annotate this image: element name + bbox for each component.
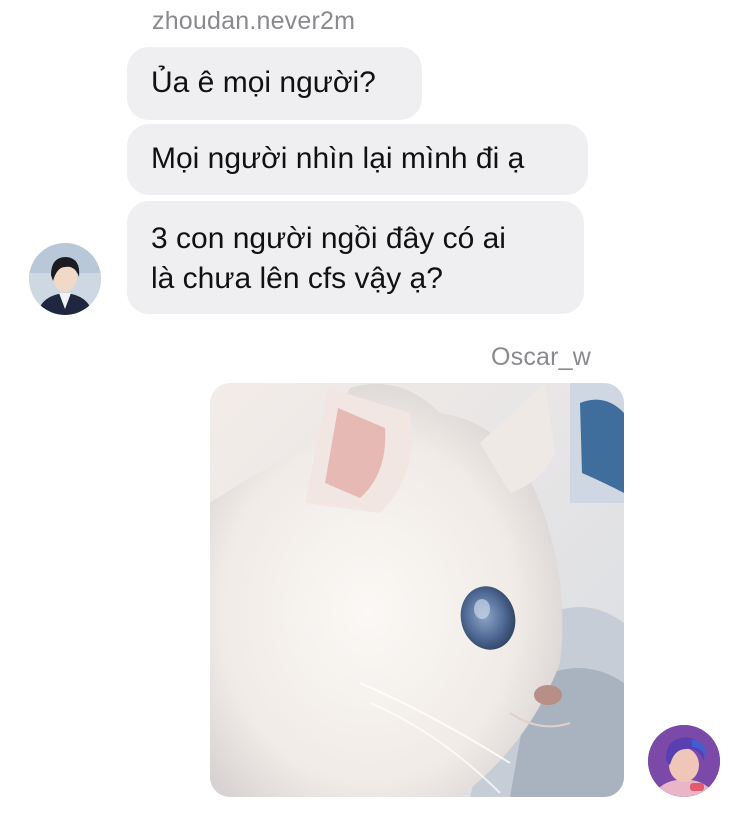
message-text-line: là chưa lên cfs vậy ạ? [151,262,443,295]
avatar-oscar[interactable] [648,725,720,797]
message-text-line: 3 con người ngồi đây có ai [151,222,506,255]
message-bubble[interactable]: Ủa ê mọi người? [127,47,422,120]
cat-photo-attachment[interactable] [210,383,624,797]
message-bubble[interactable]: 3 con người ngồi đây có ai là chưa lên c… [127,201,584,314]
message-text: Mọi người nhìn lại mình đi ạ [151,142,525,175]
user-avatar-icon [648,725,720,797]
sender-name-oscar: Oscar_w [491,343,592,371]
white-cat-photo-icon [210,383,624,797]
sender-name-zhoudan: zhoudan.never2m [152,7,356,35]
user-avatar-icon [29,243,101,315]
message-bubble[interactable]: Mọi người nhìn lại mình đi ạ [127,124,588,195]
avatar-zhoudan[interactable] [29,243,101,315]
message-text: Ủa ê mọi người? [151,66,376,99]
